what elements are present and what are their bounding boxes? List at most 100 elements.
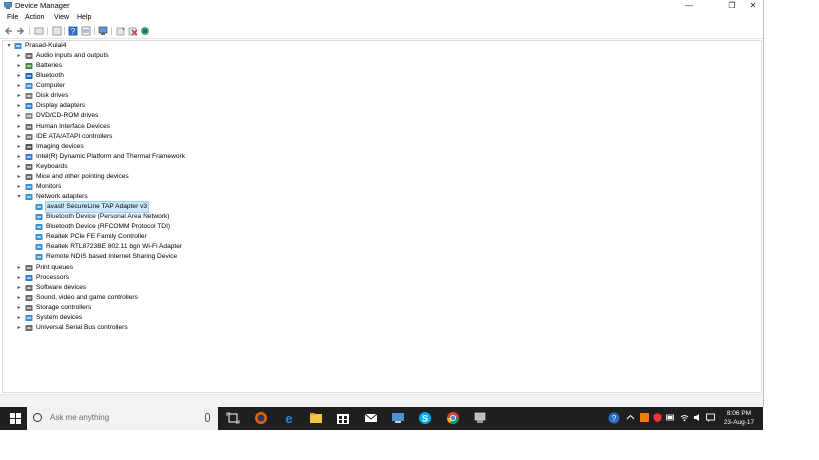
chevron-down-icon[interactable]: ▾ (5, 41, 13, 51)
status-bar (0, 394, 763, 407)
tree-item-label: DVD/CD-ROM drives (36, 112, 99, 120)
menu-view[interactable]: View (54, 12, 69, 23)
chevron-right-icon[interactable]: ▸ (15, 182, 23, 192)
processor-icon (25, 274, 33, 281)
chrome-icon[interactable] (446, 411, 460, 425)
update-view-icon[interactable] (52, 26, 62, 36)
device-manager-icon[interactable] (473, 411, 487, 425)
tree-item-label: Bluetooth Device (Personal Area Network) (46, 213, 170, 221)
file-explorer-icon[interactable] (309, 411, 323, 425)
menu-file[interactable]: File (7, 12, 18, 23)
minimize-button[interactable]: — (678, 0, 700, 12)
computer-icon (14, 43, 22, 49)
menu-help[interactable]: Help (77, 12, 91, 23)
chevron-right-icon[interactable]: ▸ (15, 51, 23, 61)
action-center-icon[interactable] (706, 413, 715, 422)
chevron-right-icon[interactable]: ▸ (15, 152, 23, 162)
tree-item-label: Imaging devices (36, 142, 84, 150)
help-icon[interactable]: ? (68, 26, 78, 36)
chevron-right-icon[interactable]: ▸ (15, 162, 23, 172)
tree-item-label: Universal Serial Bus controllers (36, 323, 128, 331)
window-title: Device Manager (15, 1, 70, 10)
display-icon[interactable] (98, 26, 108, 36)
keyboard-icon (25, 163, 33, 170)
menu-bar: File Action View Help (0, 12, 763, 23)
taskbar: Ask me anything e S ? 8:06 PM 23-Aug-17 (0, 407, 763, 430)
security-tray-icon[interactable] (653, 413, 662, 422)
battery-icon[interactable] (666, 413, 675, 422)
tree-item-label: Keyboards (36, 162, 68, 170)
svg-text:e: e (285, 411, 292, 425)
monitor-icon (25, 183, 33, 190)
remote-desktop-icon[interactable] (391, 411, 405, 425)
chevron-right-icon[interactable]: ▸ (15, 293, 23, 303)
search-box[interactable]: Ask me anything (27, 407, 218, 430)
maximize-button[interactable]: ❐ (721, 0, 743, 12)
properties-sheet-icon[interactable] (34, 26, 44, 36)
chevron-right-icon[interactable]: ▸ (15, 273, 23, 283)
network-adapter-icon (35, 244, 43, 251)
store-icon[interactable] (336, 411, 350, 425)
tree-item-label: IDE ATA/ATAPI controllers (36, 132, 113, 140)
menu-action[interactable]: Action (25, 12, 44, 23)
task-view-icon[interactable] (226, 411, 240, 425)
back-icon[interactable] (4, 26, 14, 36)
skype-icon[interactable]: S (418, 411, 432, 425)
tree-item-label: Software devices (36, 283, 87, 291)
clock-date: 23-Aug-17 (723, 419, 755, 426)
tree-item-label: avast! SecureLine TAP Adapter v3 (44, 201, 150, 214)
device-tree[interactable]: ▾ Prasad-Kulal4 ▸ Audio inputs and outputs ▸… (2, 40, 762, 393)
update-driver-icon[interactable] (116, 26, 126, 36)
chevron-right-icon[interactable]: ▸ (15, 313, 23, 323)
chevron-right-icon[interactable]: ▸ (15, 91, 23, 101)
windows-start-icon[interactable] (10, 413, 21, 424)
tree-item-label: Bluetooth (36, 72, 64, 80)
microphone-icon[interactable] (205, 413, 210, 422)
camera-icon (25, 143, 33, 150)
chevron-right-icon[interactable]: ▸ (15, 71, 23, 81)
title-bar: Device Manager — ❐ ✕ (0, 0, 763, 12)
chevron-right-icon[interactable]: ▸ (15, 111, 23, 121)
chevron-right-icon[interactable]: ▸ (15, 172, 23, 182)
tree-item-label: Prasad-Kulal4 (25, 42, 67, 49)
chevron-right-icon[interactable]: ▸ (15, 122, 23, 132)
close-button[interactable]: ✕ (742, 0, 764, 12)
scan-hardware-icon[interactable] (140, 26, 150, 36)
edge-icon[interactable]: e (282, 411, 296, 425)
chevron-right-icon[interactable]: ▸ (15, 132, 23, 142)
tree-item-label: Realtek PCIe FE Family Controller (46, 233, 147, 241)
tree-item-label: Storage controllers (36, 303, 92, 311)
avast-tray-icon[interactable] (640, 413, 649, 422)
mail-icon[interactable] (364, 411, 378, 425)
storage-controller-icon (25, 304, 33, 311)
chevron-right-icon[interactable]: ▸ (15, 283, 23, 293)
mouse-icon (25, 173, 33, 180)
chevron-right-icon[interactable]: ▸ (15, 61, 23, 71)
clock[interactable]: 8:06 PM 23-Aug-17 (720, 409, 758, 427)
chip-icon (25, 153, 33, 160)
tree-item-label: Computer (36, 82, 65, 90)
chevron-right-icon[interactable]: ▸ (15, 263, 23, 273)
chevron-right-icon[interactable]: ▸ (15, 142, 23, 152)
chevron-right-icon[interactable]: ▸ (15, 101, 23, 111)
chevron-right-icon[interactable]: ▸ (15, 303, 23, 313)
details-icon[interactable] (81, 26, 91, 36)
search-placeholder: Ask me anything (50, 413, 110, 422)
system-device-icon (25, 314, 33, 321)
network-adapter-icon (35, 224, 43, 231)
volume-icon[interactable] (693, 413, 702, 422)
chevron-up-icon[interactable] (626, 413, 635, 422)
chevron-right-icon[interactable]: ▸ (15, 323, 23, 333)
forward-icon[interactable] (15, 26, 25, 36)
wifi-icon[interactable] (680, 413, 689, 422)
help-tray-icon[interactable]: ? (608, 412, 620, 424)
firefox-icon[interactable] (254, 411, 268, 425)
hid-icon (25, 123, 33, 130)
uninstall-icon[interactable] (128, 26, 138, 36)
disk-drive-icon (25, 93, 33, 100)
svg-text:?: ? (71, 27, 76, 36)
chevron-down-icon[interactable]: ▾ (15, 192, 23, 202)
chevron-right-icon[interactable]: ▸ (15, 81, 23, 91)
tree-item-label: Disk drives (36, 92, 69, 100)
display-adapter-icon (25, 103, 33, 110)
